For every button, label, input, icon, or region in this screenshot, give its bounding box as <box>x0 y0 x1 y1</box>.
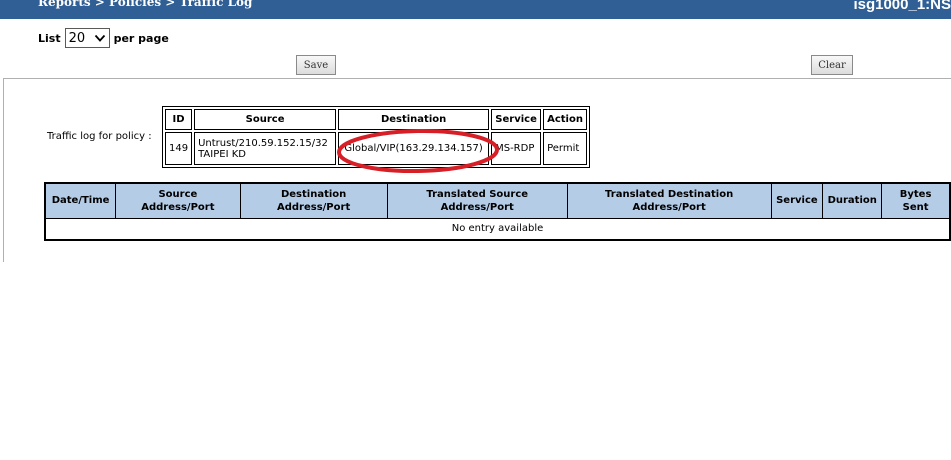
col-bytes-sent[interactable]: Bytes Sent <box>881 182 951 219</box>
save-button[interactable]: Save <box>296 55 336 75</box>
list-label: List <box>38 31 61 45</box>
list-count-select[interactable]: 20 <box>64 28 110 48</box>
log-empty-row: No entry available <box>44 217 951 241</box>
col-source-address[interactable]: Source Address/Port <box>115 182 241 219</box>
list-per-page-row: List 20 per page <box>38 28 169 48</box>
col-log-service[interactable]: Service <box>770 182 824 219</box>
policy-destination: Global/VIP(163.29.134.157) <box>338 132 490 165</box>
policy-source-address: Untrust/210.59.152.15/32 <box>198 137 328 149</box>
col-translated-destination[interactable]: Translated Destination Address/Port <box>566 182 772 219</box>
col-translated-destination-line2: Address/Port <box>632 201 706 213</box>
policy-service: MS-RDP <box>491 132 542 165</box>
col-source: Source <box>194 109 337 130</box>
col-service: Service <box>491 109 542 130</box>
col-translated-source-line1: Translated Source <box>426 188 529 200</box>
top-header-bar: Reports > Policies > Traffic Log isg1000… <box>0 0 951 19</box>
col-translated-source[interactable]: Translated Source Address/Port <box>386 182 568 219</box>
device-name: isg1000_1:NS <box>853 0 951 13</box>
clear-button[interactable]: Clear <box>811 55 853 75</box>
col-destination: Destination <box>338 109 490 130</box>
col-source-line1: Source <box>158 188 198 200</box>
policy-source: Untrust/210.59.152.15/32 TAIPEI KD <box>194 132 337 165</box>
list-count-value: 20 <box>68 30 86 46</box>
policy-source-zone: TAIPEI KD <box>198 148 246 160</box>
per-page-label: per page <box>113 31 169 45</box>
breadcrumb[interactable]: Reports > Policies > Traffic Log <box>38 0 252 9</box>
no-entry-message: No entry available <box>44 217 951 241</box>
traffic-log-table: Date/Time Source Address/Port Destinatio… <box>44 182 951 241</box>
col-bytes-line2: Sent <box>902 201 929 213</box>
col-source-line2: Address/Port <box>141 201 215 213</box>
col-translated-source-line2: Address/Port <box>440 201 514 213</box>
col-destination-address[interactable]: Destination Address/Port <box>239 182 388 219</box>
col-action: Action <box>543 109 587 130</box>
policy-header-row: ID Source Destination Service Action <box>165 109 587 130</box>
col-translated-destination-line1: Translated Destination <box>605 188 734 200</box>
col-bytes-line1: Bytes <box>899 188 932 200</box>
log-header-row: Date/Time Source Address/Port Destinatio… <box>44 182 951 219</box>
policy-id: 149 <box>165 132 193 165</box>
chevron-down-icon <box>94 34 105 42</box>
policy-table: ID Source Destination Service Action 149… <box>162 106 590 168</box>
policy-row: 149 Untrust/210.59.152.15/32 TAIPEI KD G… <box>165 132 587 165</box>
policy-action: Permit <box>543 132 587 165</box>
col-destination-line1: Destination <box>280 188 347 200</box>
col-datetime[interactable]: Date/Time <box>44 182 117 219</box>
col-destination-line2: Address/Port <box>276 201 351 213</box>
col-duration[interactable]: Duration <box>822 182 883 219</box>
col-id: ID <box>165 109 193 130</box>
policy-label: Traffic log for policy : <box>47 131 152 142</box>
